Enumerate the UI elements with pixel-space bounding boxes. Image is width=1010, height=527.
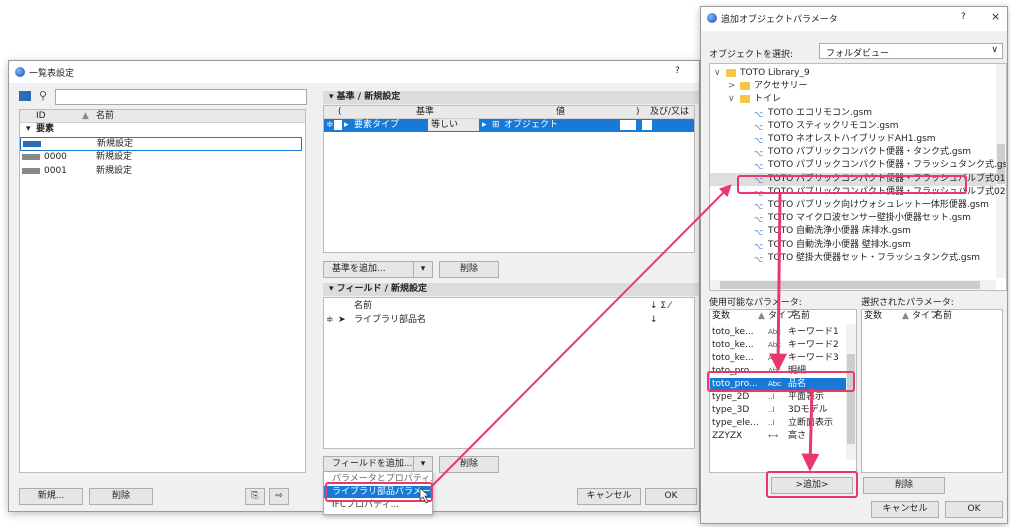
arrow-tree-to-parameter	[769, 191, 788, 372]
arrow-parameter-to-add	[801, 387, 820, 472]
annotation-arrows	[419, 184, 820, 504]
arrow-menu-to-tree	[429, 184, 732, 489]
mouse-cursor-icon	[419, 487, 431, 504]
